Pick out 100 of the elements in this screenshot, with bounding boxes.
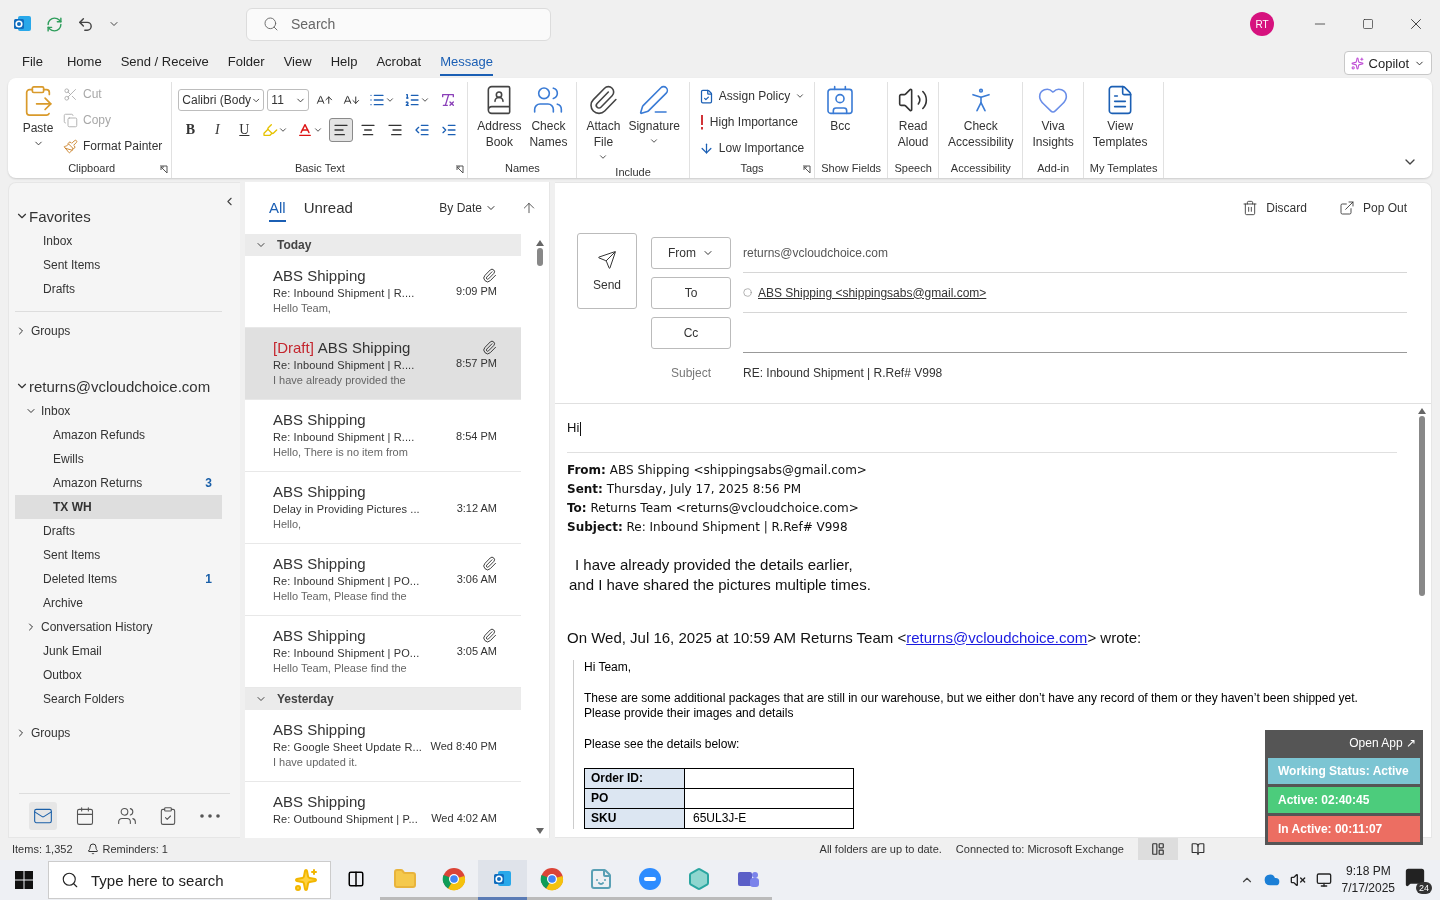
folder-item[interactable]: Outbox (15, 663, 222, 687)
folder-item[interactable]: Sent Items (15, 543, 222, 567)
notifications-button[interactable]: 24 (1405, 866, 1432, 894)
groups-item[interactable]: Groups (15, 311, 222, 343)
menu-tab[interactable]: File (22, 50, 43, 76)
to-button[interactable]: To (651, 277, 731, 309)
folder-item[interactable]: Search Folders (15, 687, 222, 711)
avatar[interactable]: RT (1250, 12, 1274, 36)
recipient-chip[interactable]: ABS Shipping <shippingsabs@gmail.com> (758, 285, 987, 300)
format-button[interactable]: I (205, 118, 230, 142)
folder-item[interactable]: TX WH (15, 495, 222, 519)
outlook-logo-icon[interactable] (14, 15, 32, 33)
outlook-logo-icon[interactable] (493, 869, 512, 888)
search-field[interactable]: Search (246, 7, 551, 41)
module-button[interactable] (29, 801, 57, 830)
menu-tab[interactable]: Message (440, 50, 493, 76)
ribbon-button[interactable]: Low Importance (695, 136, 809, 160)
menu-tab[interactable]: Home (66, 50, 102, 76)
undo-icon[interactable] (77, 15, 94, 33)
ribbon-button[interactable]: View Templates (1089, 82, 1151, 152)
scroll-up-icon[interactable] (1418, 408, 1426, 414)
date-group-header[interactable]: Today (245, 234, 521, 256)
open-app-button[interactable]: Open App ↗ (1345, 734, 1420, 755)
message-item[interactable]: [Draft] ABS Shipping Re: Inbound Shipment | R.... I have already provided the 8:57 PM (245, 328, 521, 400)
align-button[interactable] (329, 118, 354, 142)
cc-button[interactable]: Cc (651, 317, 731, 349)
reminders-status[interactable]: Reminders: 1 (86, 843, 168, 855)
sort-direction-icon[interactable] (521, 200, 537, 216)
groups-item[interactable]: Groups (15, 721, 222, 745)
font-field[interactable]: Calibri (Body (178, 89, 265, 111)
ribbon-button[interactable]: Format Painter (60, 134, 166, 158)
align-center-icon (360, 122, 377, 138)
ribbon-button[interactable]: High Importance (695, 110, 809, 134)
scroll-down-icon[interactable] (536, 828, 544, 834)
ribbon-button[interactable]: Bcc (821, 82, 860, 136)
section-header[interactable]: returns@vcloudchoice.com (15, 373, 222, 399)
action-button[interactable]: Pop Out (1332, 199, 1413, 217)
menu-tab[interactable]: Help (330, 50, 358, 76)
paste-button[interactable]: Paste (18, 82, 58, 151)
copilot-button[interactable]: Copilot (1343, 51, 1432, 75)
section-header[interactable]: Favorites (15, 203, 222, 229)
taskbar-search-field[interactable]: Type here to search (48, 861, 331, 899)
clock[interactable]: 9:18 PM 7/17/2025 (1341, 863, 1395, 897)
ribbon-button[interactable]: Viva Insights (1029, 82, 1077, 152)
filter-tab[interactable]: Unread (303, 194, 353, 222)
maximize-icon[interactable] (1362, 18, 1374, 30)
folder-item[interactable]: Archive (15, 591, 222, 615)
menu-tab[interactable]: Send / Receive (120, 50, 209, 76)
network-icon[interactable] (1315, 872, 1332, 888)
subject-field[interactable]: RE: Inbound Shipment | R.Ref# V998 (743, 366, 943, 380)
folder-item[interactable]: Sent Items (15, 253, 222, 277)
group-label: Basic Text (294, 161, 345, 176)
from-field[interactable]: returns@vcloudchoice.com (743, 233, 1407, 273)
ribbon-button[interactable]: Attach File (583, 82, 624, 164)
folder-item[interactable]: Amazon Returns 3 (15, 471, 222, 495)
dialog-launcher-icon[interactable] (159, 165, 169, 174)
format-button[interactable]: B (178, 118, 203, 142)
folder-item[interactable]: Junk Email (15, 639, 222, 663)
copy-icon (63, 112, 78, 128)
folder-item[interactable]: Amazon Refunds (15, 423, 222, 447)
email-link[interactable]: returns@vcloudchoice.com (906, 628, 1088, 646)
windows-logo-icon[interactable] (15, 871, 33, 889)
message-preview: Hello Team, Please find the (273, 589, 408, 604)
cloud-icon[interactable] (1263, 872, 1280, 888)
sort-button[interactable]: By Date (433, 200, 503, 216)
folder-item[interactable]: Deleted Items 1 (15, 567, 222, 591)
from-button[interactable]: From (651, 237, 731, 269)
folder-item[interactable]: Inbox (15, 399, 222, 423)
ribbon-button[interactable]: Address Book (474, 82, 525, 152)
font-size-field[interactable]: 11 (267, 89, 310, 111)
message-body-field[interactable]: Hi (567, 416, 1397, 453)
folder-item[interactable]: Drafts (15, 519, 222, 543)
scroll-up-icon[interactable] (536, 240, 544, 246)
folder-item[interactable]: Ewills (15, 447, 222, 471)
action-button[interactable]: Discard (1236, 199, 1313, 217)
dialog-launcher-icon[interactable] (455, 165, 465, 174)
taskbar-app[interactable] (478, 860, 527, 900)
muted-speaker-icon[interactable] (1289, 872, 1306, 888)
ribbon-button[interactable]: Signature (625, 82, 683, 148)
scroll-thumb[interactable] (537, 248, 543, 266)
folder-item[interactable]: Conversation History (15, 615, 222, 639)
menu-tab[interactable]: Acrobat (376, 50, 422, 76)
menu-tab[interactable]: Folder (227, 50, 265, 76)
folder-item[interactable]: Drafts (15, 277, 222, 301)
group-label: Clipboard (68, 161, 116, 176)
to-field[interactable]: ABS Shipping <shippingsabs@gmail.com> (743, 273, 1407, 313)
date-group-header[interactable]: Yesterday (245, 688, 521, 710)
ribbon-button[interactable]: Check Accessibility (945, 82, 1017, 152)
send-button[interactable]: Send (577, 233, 637, 309)
filter-tab[interactable]: All (269, 194, 286, 222)
menu-tab[interactable]: View (283, 50, 312, 76)
sync-icon[interactable] (46, 15, 63, 33)
ribbon-button[interactable]: Read Aloud (894, 82, 933, 152)
format-button[interactable]: U (232, 118, 257, 142)
view-button[interactable] (1138, 838, 1178, 860)
ribbon-button[interactable]: Assign Policy (695, 84, 809, 108)
ribbon-button[interactable]: Check Names (526, 82, 571, 152)
folder-item[interactable]: Inbox (15, 229, 222, 253)
dialog-launcher-icon[interactable] (802, 165, 812, 174)
scroll-thumb[interactable] (1419, 416, 1425, 596)
